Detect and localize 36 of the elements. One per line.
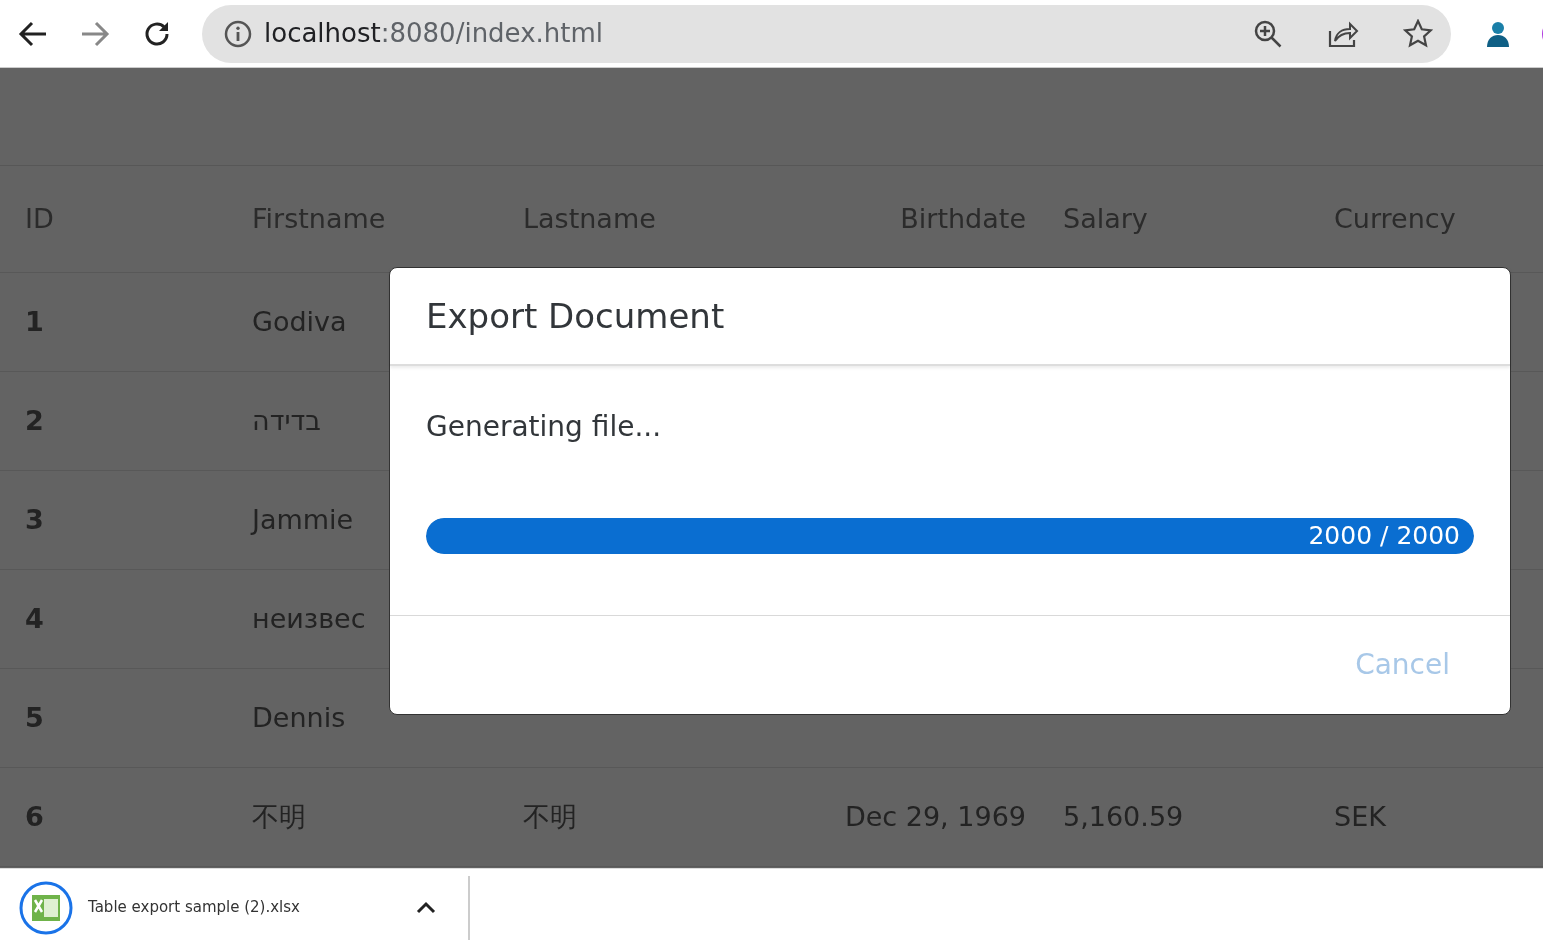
table-cell-text: 5,160.59 bbox=[1063, 799, 1184, 834]
column-header[interactable]: Lastname bbox=[523, 198, 656, 240]
column-header[interactable]: Salary bbox=[1063, 198, 1148, 240]
table-cell-text: SEK bbox=[1334, 799, 1386, 834]
url-host: localhost bbox=[264, 18, 381, 48]
table-cell-text: 1 bbox=[24, 304, 44, 339]
dialog-title: Export Document bbox=[426, 294, 725, 338]
table-cell-text: 4 bbox=[24, 601, 44, 636]
download-filename[interactable]: Table export sample (2).xlsx bbox=[88, 896, 396, 919]
column-header[interactable]: Birthdate bbox=[900, 198, 1063, 240]
table-cell-text: неизвес bbox=[252, 601, 366, 636]
table-cell-text: Dennis bbox=[252, 700, 346, 735]
table-cell-text: Godiva bbox=[252, 304, 347, 339]
table-cell-text: Dec 29, 1969 bbox=[844, 799, 1027, 834]
table-cell-text: בדידה bbox=[252, 403, 321, 438]
table-cell-text: 3 bbox=[24, 502, 44, 537]
table-cell-text: 2 bbox=[24, 403, 44, 438]
column-header[interactable]: Currency bbox=[1334, 198, 1456, 240]
status-message: Generating file... bbox=[426, 409, 663, 445]
progress-reading: 2000 / 2000 bbox=[1308, 520, 1460, 552]
table-cell-text: 6 bbox=[24, 799, 44, 834]
spreadsheet-file-icon bbox=[18, 879, 74, 936]
column-header[interactable]: Firstname bbox=[252, 198, 386, 240]
back-arrow-icon bbox=[18, 20, 48, 47]
table-cell-text: 不明 bbox=[523, 799, 577, 834]
forward-arrow-icon bbox=[80, 20, 110, 47]
table-cell-text: 不明 bbox=[252, 799, 306, 834]
star-icon[interactable] bbox=[1403, 18, 1433, 49]
table-cell-text: 5 bbox=[24, 700, 44, 735]
chevron-up-icon bbox=[416, 901, 436, 914]
column-header[interactable]: ID bbox=[0, 198, 54, 240]
info-icon bbox=[224, 19, 252, 48]
table-cell-text: Jammie bbox=[252, 502, 354, 537]
url-path: :8080/index.html bbox=[380, 18, 604, 48]
zoom-in-icon[interactable] bbox=[1253, 18, 1283, 49]
address-bar[interactable]: localhost:8080/index.html bbox=[202, 4, 1451, 63]
